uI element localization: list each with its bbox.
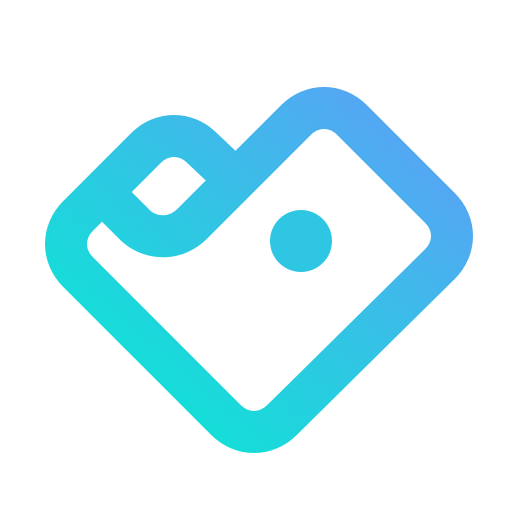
heart-wallet-logo-icon: [45, 87, 473, 453]
app-icon-canvas: [0, 0, 512, 512]
heart-outline-shape: [45, 87, 473, 453]
wallet-clasp-dot: [270, 210, 332, 272]
